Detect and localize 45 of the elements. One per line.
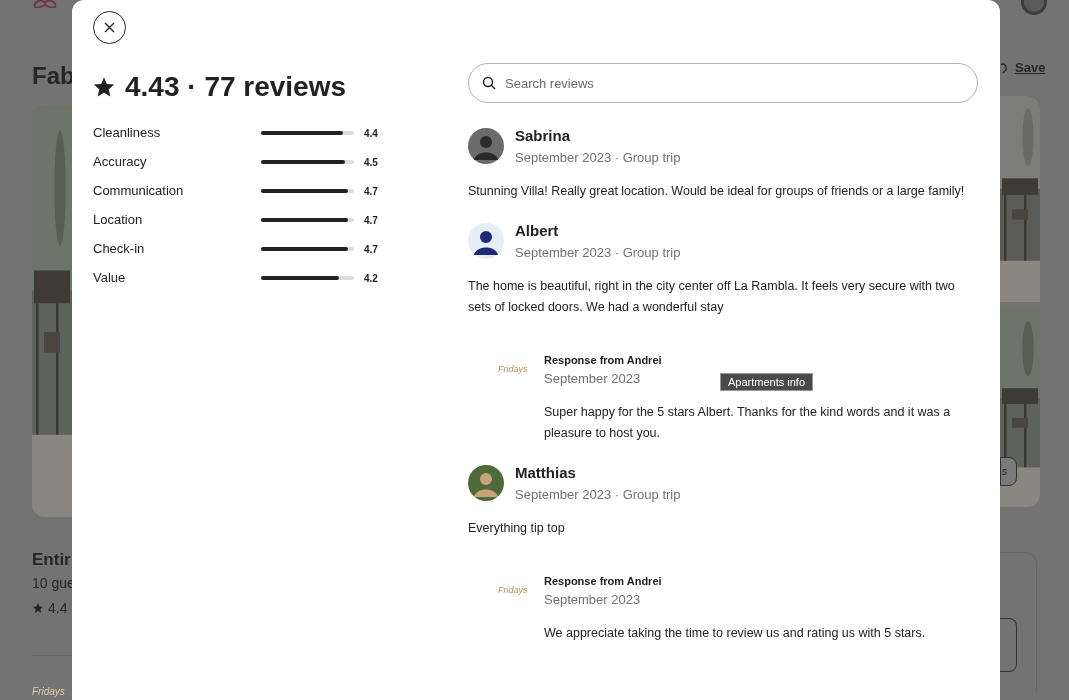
host-logo: Fridays	[498, 584, 529, 598]
search-icon	[482, 76, 496, 90]
listing-subtitle: Entir	[32, 549, 72, 571]
category-score: 4.2	[364, 271, 378, 286]
reviewer-name: Matthias	[515, 463, 577, 483]
review-date: September 2023 · Group trip	[515, 148, 681, 167]
logo-icon	[32, 0, 58, 8]
review-text: Everything tip top	[468, 520, 566, 537]
category-label: Location	[93, 211, 144, 230]
category-label: Value	[93, 269, 127, 288]
response-title: Response from Andrei	[544, 574, 662, 589]
category-score: 4.7	[364, 242, 378, 257]
category-label: Accuracy	[93, 153, 148, 172]
review-date: September 2023 · Group trip	[515, 485, 681, 504]
category-score: 4.7	[364, 213, 378, 228]
review-date: September 2023 · Group trip	[515, 243, 681, 262]
response-text: Super happy for the 5 stars Albert. Thanks for the kind words and it was a pleasure to host you.	[544, 404, 952, 442]
category-score: 4.7	[364, 184, 378, 199]
response-text: We appreciate taking the time to review us and rating us with 5 stars.	[544, 625, 927, 642]
category-label: Communication	[93, 182, 185, 201]
tooltip: Apartments info	[720, 373, 814, 391]
save-link[interactable]: Save	[1015, 58, 1046, 78]
category-label: Check-in	[93, 240, 146, 259]
star-icon	[32, 602, 44, 614]
category-score: 4.4	[364, 126, 378, 141]
avatar-icon	[468, 465, 504, 501]
host-logo: Fridays	[32, 684, 66, 699]
response-date: September 2023	[544, 369, 642, 388]
avatar-icon	[468, 128, 504, 164]
star-icon	[93, 76, 115, 98]
close-icon	[104, 22, 115, 33]
reviewer-name: Albert	[515, 221, 560, 241]
host-logo: Fridays	[498, 363, 529, 377]
review-text: The home is beautiful, right in the city center off La Rambla. It feels very secure with two sets of locked doors. We had a wonderful stay	[468, 278, 956, 316]
response-title: Response from Andrei	[544, 353, 662, 368]
category-score: 4.5	[364, 155, 378, 170]
category-label: Cleanliness	[93, 124, 162, 143]
reviewer-name: Sabrina	[515, 126, 572, 146]
rating-heading: 4.43 · 77 reviews	[125, 70, 347, 104]
response-date: September 2023	[544, 590, 642, 609]
review-text: Stunning Villa! Really great location. Would be ideal for groups of friends or a large family!	[468, 183, 966, 200]
avatar-icon	[468, 223, 504, 259]
search-field[interactable]: Search reviews	[468, 63, 978, 103]
rating-text: 4.4	[48, 598, 68, 618]
listing-title: Fab	[32, 61, 72, 91]
